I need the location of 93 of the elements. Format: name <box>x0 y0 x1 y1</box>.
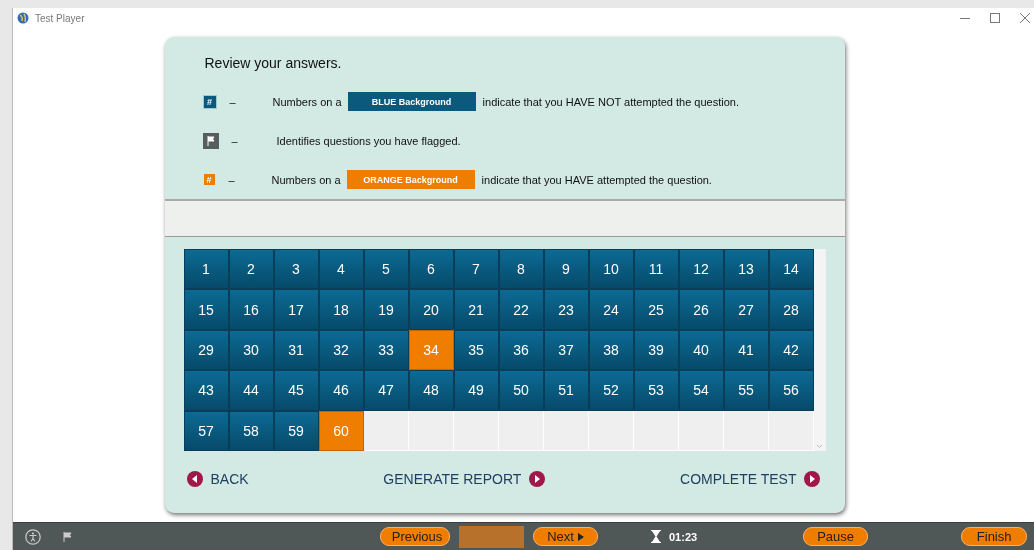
question-tile[interactable]: 53 <box>633 370 679 411</box>
next-button[interactable]: Next <box>533 527 598 546</box>
question-tile[interactable]: 47 <box>363 370 409 411</box>
question-tile[interactable]: 9 <box>543 249 589 290</box>
question-tile[interactable]: 24 <box>588 289 634 330</box>
question-tile[interactable]: 25 <box>633 289 679 330</box>
question-tile[interactable]: 52 <box>588 370 634 411</box>
window-title: Test Player <box>35 12 85 24</box>
question-tile[interactable]: 27 <box>723 289 769 330</box>
legend-text: Numbers on a <box>272 95 342 108</box>
question-tile[interactable]: 42 <box>768 329 814 371</box>
question-tile[interactable]: 44 <box>228 370 274 411</box>
question-tile[interactable]: 36 <box>498 329 544 371</box>
dash: – <box>231 134 239 147</box>
question-tile[interactable]: 48 <box>408 370 454 411</box>
question-tile[interactable]: 7 <box>453 249 499 290</box>
question-tile[interactable]: 11 <box>633 249 679 290</box>
accessibility-icon[interactable] <box>25 528 41 545</box>
question-tile[interactable]: 12 <box>678 249 724 290</box>
question-tile[interactable]: 6 <box>408 249 454 290</box>
right-arrow-circle-icon <box>804 470 821 487</box>
question-tile[interactable]: 26 <box>678 289 724 330</box>
question-tile[interactable]: 18 <box>318 289 364 330</box>
question-tile[interactable]: 59 <box>273 410 319 451</box>
globe-icon <box>17 12 29 24</box>
review-heading: Review your answers. <box>204 55 343 71</box>
question-tile[interactable]: 39 <box>633 329 679 371</box>
question-tile[interactable]: 21 <box>453 289 499 330</box>
question-tile[interactable]: 8 <box>498 249 544 290</box>
question-tile[interactable]: 54 <box>678 370 724 411</box>
right-caret-icon <box>577 532 584 541</box>
question-tile[interactable]: 35 <box>453 329 499 371</box>
timer: 01:23 <box>669 530 698 543</box>
legend-text: Numbers on a <box>271 173 341 186</box>
color-swatch-label: ORANGE Background <box>346 170 475 189</box>
legend-text: Identifies questions you have flagged. <box>276 134 461 147</box>
color-swatch-label: BLUE Background <box>347 92 476 111</box>
dash: – <box>229 95 237 108</box>
question-tile[interactable]: 4 <box>318 249 364 290</box>
question-tile[interactable]: 5 <box>363 249 409 290</box>
previous-button[interactable]: Previous <box>380 527 450 546</box>
question-tile[interactable]: 51 <box>543 370 589 411</box>
legend-text: indicate that you HAVE attempted the question. <box>481 173 712 186</box>
question-tile[interactable]: 28 <box>768 289 814 330</box>
question-tile[interactable]: 29 <box>183 329 229 371</box>
question-tile[interactable]: 2 <box>228 249 274 290</box>
forward-button[interactable]: GENERATE REPORT <box>383 470 546 487</box>
question-tile[interactable]: 49 <box>453 370 499 411</box>
question-tile[interactable]: 14 <box>768 249 814 290</box>
hourglass-icon <box>651 530 661 543</box>
question-tile[interactable]: 58 <box>228 410 274 451</box>
question-tile[interactable]: 15 <box>183 289 229 330</box>
question-tile[interactable]: 13 <box>723 249 769 290</box>
question-tile[interactable]: 40 <box>678 329 724 371</box>
question-tile[interactable]: 22 <box>498 289 544 330</box>
question-tile[interactable]: 32 <box>318 329 364 371</box>
right-arrow-circle-icon <box>529 470 546 487</box>
question-tile[interactable]: 38 <box>588 329 634 371</box>
question-tile[interactable]: 56 <box>768 370 814 411</box>
question-tile[interactable]: 16 <box>228 289 274 330</box>
question-tile[interactable]: 41 <box>723 329 769 371</box>
question-tile[interactable]: 45 <box>273 370 319 411</box>
question-tile[interactable]: 43 <box>183 370 229 411</box>
maximize-icon[interactable] <box>990 13 1000 23</box>
question-tile[interactable]: 33 <box>363 329 409 371</box>
question-tile[interactable]: 23 <box>543 289 589 330</box>
forward-button[interactable]: COMPLETE TEST <box>680 470 821 487</box>
pause-button[interactable]: Pause <box>803 527 869 546</box>
question-tile[interactable]: 17 <box>273 289 319 330</box>
back-button[interactable]: BACK <box>186 470 249 487</box>
question-tile[interactable]: 37 <box>543 329 589 371</box>
question-tile[interactable]: 50 <box>498 370 544 411</box>
question-tile[interactable]: 57 <box>183 410 229 451</box>
question-tile[interactable]: 30 <box>228 329 274 371</box>
flag-icon[interactable] <box>63 531 72 542</box>
question-tile[interactable]: 31 <box>273 329 319 371</box>
finish-button[interactable]: Finish <box>961 527 1028 546</box>
attempted-symbol: # <box>203 174 215 185</box>
question-tile[interactable]: 55 <box>723 370 769 411</box>
question-tile[interactable]: 1 <box>183 249 229 290</box>
question-tile[interactable]: 46 <box>318 370 364 411</box>
unattempted-symbol: # <box>202 94 217 109</box>
close-icon[interactable] <box>1020 13 1030 23</box>
left-arrow-circle-icon <box>186 470 203 487</box>
dash: – <box>228 173 236 186</box>
scrollbar[interactable] <box>813 249 825 451</box>
question-tile[interactable]: 3 <box>273 249 319 290</box>
question-tile[interactable]: 19 <box>363 289 409 330</box>
blank-panel <box>459 525 524 548</box>
question-tile[interactable]: 10 <box>588 249 634 290</box>
flag-icon <box>202 132 219 149</box>
question-tile[interactable]: 20 <box>408 289 454 330</box>
legend-text: indicate that you HAVE NOT attempted the question. <box>482 95 739 108</box>
